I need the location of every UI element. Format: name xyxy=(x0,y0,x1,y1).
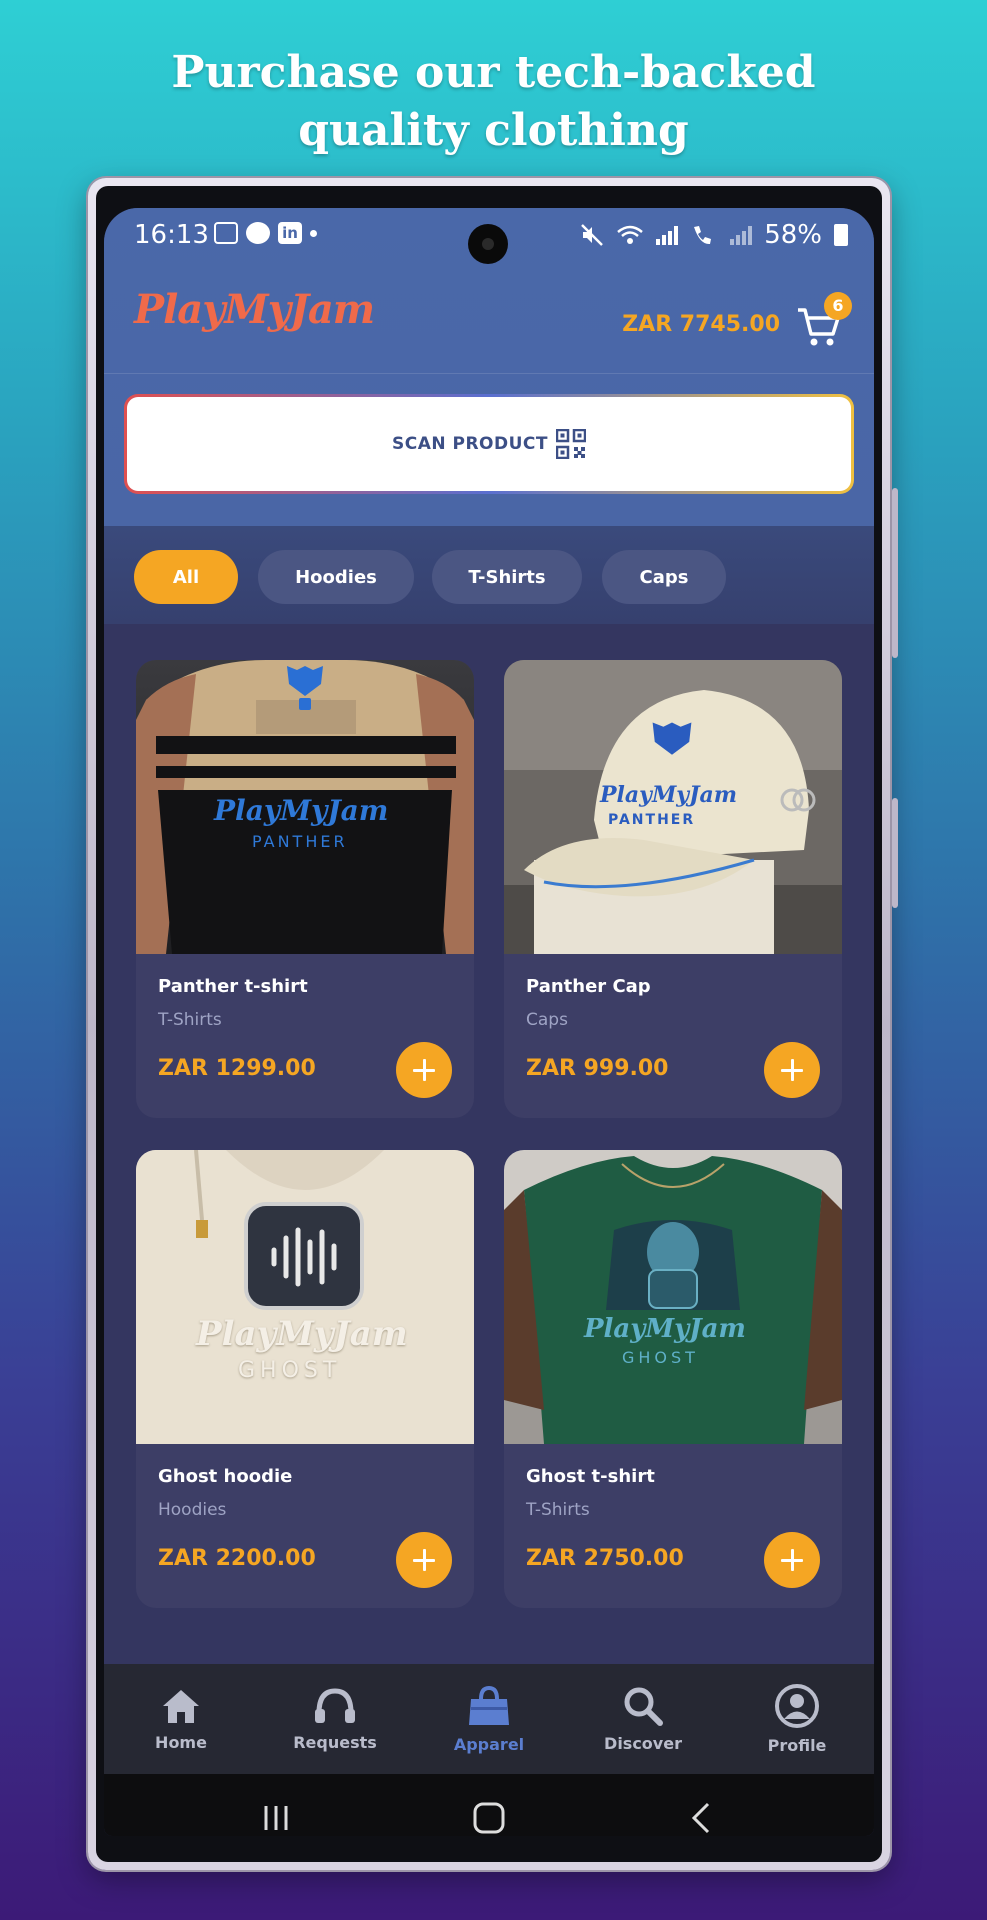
notification-icons: in xyxy=(214,222,317,244)
filter-chip-hoodies[interactable]: Hoodies xyxy=(258,550,414,604)
search-icon xyxy=(624,1687,663,1726)
add-to-cart-button[interactable] xyxy=(764,1042,820,1098)
product-image-caption: PlayMyJam xyxy=(600,782,738,808)
gallery-icon xyxy=(214,222,238,244)
product-image-ghost-hoodie[interactable]: PlayMyJam GHOST xyxy=(136,1150,474,1444)
promo-headline: Purchase our tech-backed quality clothin… xyxy=(171,47,816,156)
product-price: ZAR 2200.00 xyxy=(158,1546,316,1571)
product-name[interactable]: Ghost hoodie xyxy=(158,1466,292,1487)
product-image-caption: PlayMyJam xyxy=(584,1314,746,1344)
home-button-icon[interactable] xyxy=(467,1796,511,1836)
linkedin-icon: in xyxy=(278,222,302,244)
chat-icon xyxy=(246,222,270,244)
filter-chip-label: Hoodies xyxy=(295,566,377,588)
battery-icon xyxy=(834,224,848,246)
app-screen: 16:13 in 58% PlayMyJam ZAR 7745.00 6 SCA… xyxy=(104,208,874,1836)
cart-total: ZAR 7745.00 xyxy=(622,312,780,337)
nav-label: Home xyxy=(155,1732,207,1752)
status-time: 16:13 xyxy=(134,220,209,250)
category-filter-bar: All Hoodies T-Shirts Caps xyxy=(104,526,874,624)
scan-product-button[interactable]: SCAN PRODUCT xyxy=(124,394,854,494)
more-notifications-icon xyxy=(310,229,317,237)
product-image-panther-tshirt[interactable]: PlayMyJam PANTHER xyxy=(136,660,474,954)
product-name[interactable]: Panther Cap xyxy=(526,976,651,997)
shopping-bag-icon xyxy=(469,1685,509,1725)
status-bar: 16:13 in 58% xyxy=(104,208,874,264)
product-category: Caps xyxy=(526,1010,568,1030)
wifi-call-icon xyxy=(694,226,712,245)
app-logo[interactable]: PlayMyJam xyxy=(134,286,375,333)
front-camera xyxy=(468,224,508,264)
product-category: T-Shirts xyxy=(158,1010,222,1030)
filter-chip-caps[interactable]: Caps xyxy=(602,550,726,604)
product-card[interactable]: PlayMyJam PANTHER Panther t-shirt T-Shir… xyxy=(136,660,474,1118)
product-name[interactable]: Panther t-shirt xyxy=(158,976,308,997)
system-navigation-bar xyxy=(104,1774,874,1836)
product-image-subcaption: GHOST xyxy=(622,1348,699,1367)
nav-home[interactable]: Home xyxy=(104,1664,258,1774)
nav-label: Profile xyxy=(767,1735,827,1755)
product-name[interactable]: Ghost t-shirt xyxy=(526,1466,655,1487)
wifi-icon xyxy=(617,225,644,244)
nav-discover[interactable]: Discover xyxy=(566,1664,720,1774)
system-icons: 58% xyxy=(580,220,848,250)
product-image-subcaption: PANTHER xyxy=(252,832,348,851)
battery-percentage: 58% xyxy=(764,220,822,250)
nav-label: Discover xyxy=(604,1733,682,1753)
signal-icon xyxy=(730,225,753,245)
product-image-subcaption: PANTHER xyxy=(608,812,696,828)
product-image-panther-cap[interactable]: PlayMyJam PANTHER xyxy=(504,660,842,954)
product-card[interactable]: PlayMyJam PANTHER Panther Cap Caps ZAR 9… xyxy=(504,660,842,1118)
product-image-caption: PlayMyJam xyxy=(214,794,389,827)
product-image-ghost-tshirt[interactable]: PlayMyJam GHOST xyxy=(504,1150,842,1444)
recent-apps-icon[interactable] xyxy=(254,1796,298,1836)
product-price: ZAR 2750.00 xyxy=(526,1546,684,1571)
headphones-icon xyxy=(315,1687,355,1723)
product-grid: PlayMyJam PANTHER Panther t-shirt T-Shir… xyxy=(104,624,874,1664)
add-to-cart-button[interactable] xyxy=(396,1532,452,1588)
filter-chip-label: All xyxy=(172,566,200,588)
filter-chip-t-shirts[interactable]: T-Shirts xyxy=(432,550,582,604)
add-to-cart-button[interactable] xyxy=(396,1042,452,1098)
nav-profile[interactable]: Profile xyxy=(720,1664,874,1774)
home-icon xyxy=(163,1689,199,1723)
product-card[interactable]: PlayMyJam GHOST Ghost hoodie Hoodies ZAR… xyxy=(136,1150,474,1608)
app-header: PlayMyJam ZAR 7745.00 6 xyxy=(104,264,874,374)
product-category: Hoodies xyxy=(158,1500,227,1520)
top-area: 16:13 in 58% PlayMyJam ZAR 7745.00 6 SCA… xyxy=(104,208,874,548)
add-to-cart-button[interactable] xyxy=(764,1532,820,1588)
phone-frame: 16:13 in 58% PlayMyJam ZAR 7745.00 6 SCA… xyxy=(88,178,898,1870)
nav-label: Requests xyxy=(293,1732,377,1752)
panther-logo-icon xyxy=(652,722,692,755)
product-category: T-Shirts xyxy=(526,1500,590,1520)
bottom-navigation: Home Requests Apparel Discover Profile xyxy=(104,1664,874,1774)
qr-code-icon xyxy=(556,429,586,459)
nav-apparel[interactable]: Apparel xyxy=(412,1664,566,1774)
scan-product-label: SCAN PRODUCT xyxy=(391,434,548,454)
phone-power-button xyxy=(892,798,898,908)
filter-chip-label: Caps xyxy=(639,566,689,588)
cart-button[interactable]: 6 xyxy=(794,290,854,350)
filter-chip-all[interactable]: All xyxy=(134,550,238,604)
product-price: ZAR 999.00 xyxy=(526,1056,669,1081)
cart-count-badge: 6 xyxy=(824,292,852,320)
product-price: ZAR 1299.00 xyxy=(158,1056,316,1081)
signal-icon xyxy=(656,225,679,245)
product-image-subcaption: GHOST xyxy=(238,1358,342,1383)
nav-label: Apparel xyxy=(453,1734,525,1754)
product-image-caption: PlayMyJam xyxy=(196,1314,408,1354)
profile-icon xyxy=(775,1683,819,1728)
filter-chip-label: T-Shirts xyxy=(468,566,546,588)
product-card[interactable]: PlayMyJam GHOST Ghost t-shirt T-Shirts Z… xyxy=(504,1150,842,1608)
phone-volume-button xyxy=(892,488,898,658)
back-icon[interactable] xyxy=(680,1796,724,1836)
panther-logo-icon xyxy=(287,666,323,710)
nav-requests[interactable]: Requests xyxy=(258,1664,412,1774)
mute-icon xyxy=(581,224,604,246)
